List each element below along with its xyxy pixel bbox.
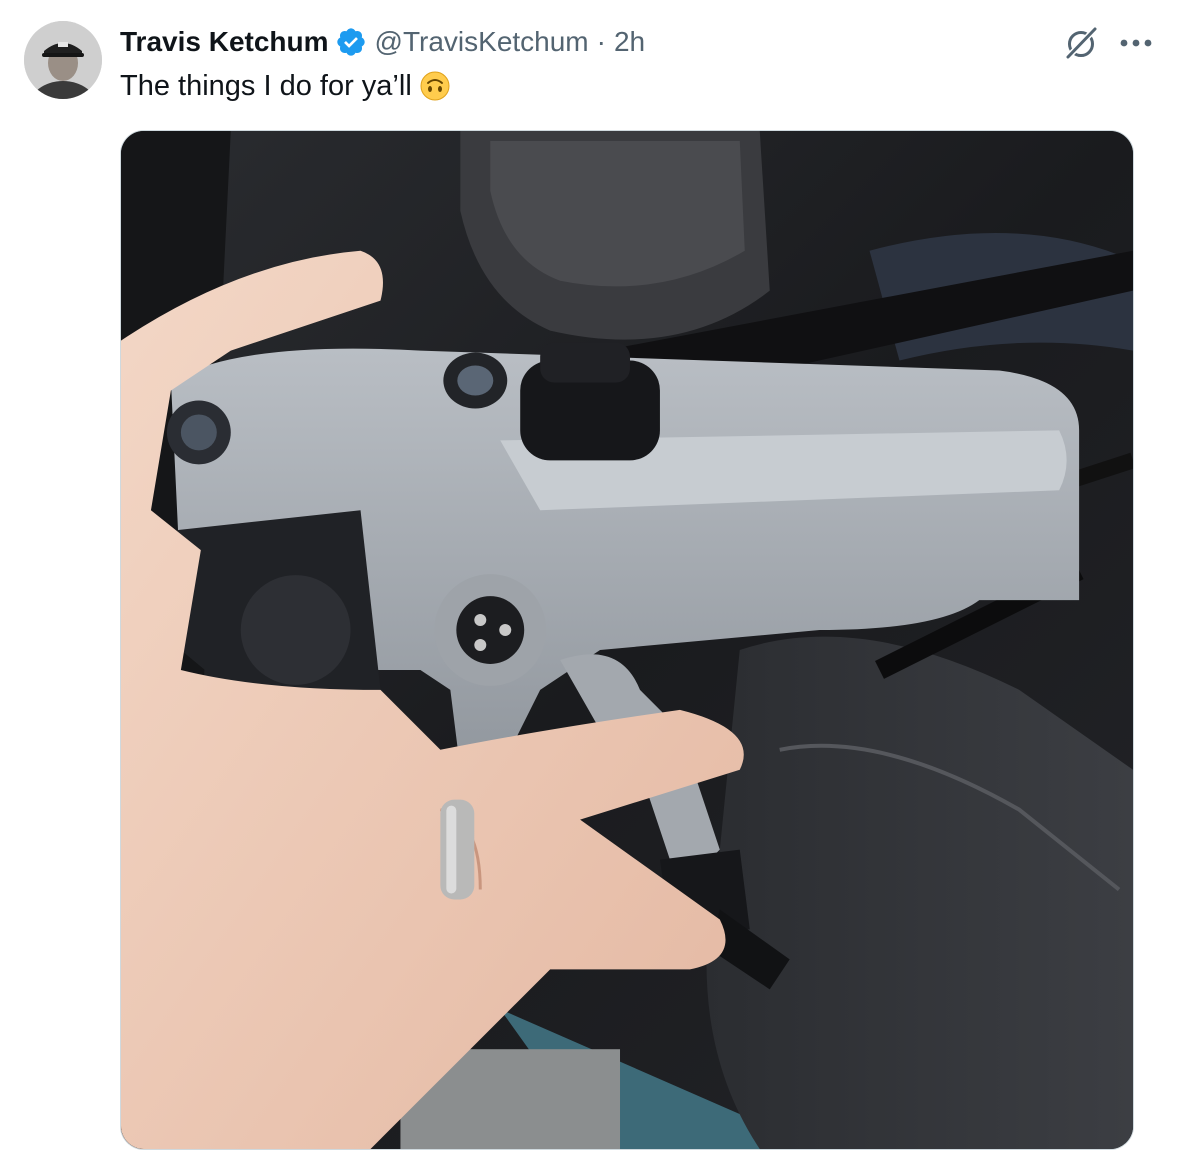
avatar[interactable] (24, 21, 102, 99)
grok-icon[interactable] (1062, 24, 1100, 62)
upside-down-face-emoji-icon (420, 71, 450, 101)
verified-badge-icon[interactable] (335, 26, 367, 58)
tweet-timestamp[interactable]: 2h (614, 26, 645, 58)
drone-photo-image (121, 131, 1133, 1149)
author-handle[interactable]: @TravisKetchum (375, 26, 589, 58)
tweet-header: Travis Ketchum @TravisKetchum · 2h (120, 24, 645, 60)
tweet-photo[interactable] (120, 130, 1134, 1150)
tweet-text: The things I do for ya’ll (120, 66, 450, 106)
avatar-image (24, 21, 102, 99)
more-options-icon[interactable] (1116, 24, 1156, 62)
tweet-text-content: The things I do for ya’ll (120, 70, 412, 102)
tweet[interactable]: Travis Ketchum @TravisKetchum · 2h The t… (0, 0, 1182, 1164)
author-display-name[interactable]: Travis Ketchum (120, 26, 329, 58)
separator-dot: · (596, 26, 606, 57)
